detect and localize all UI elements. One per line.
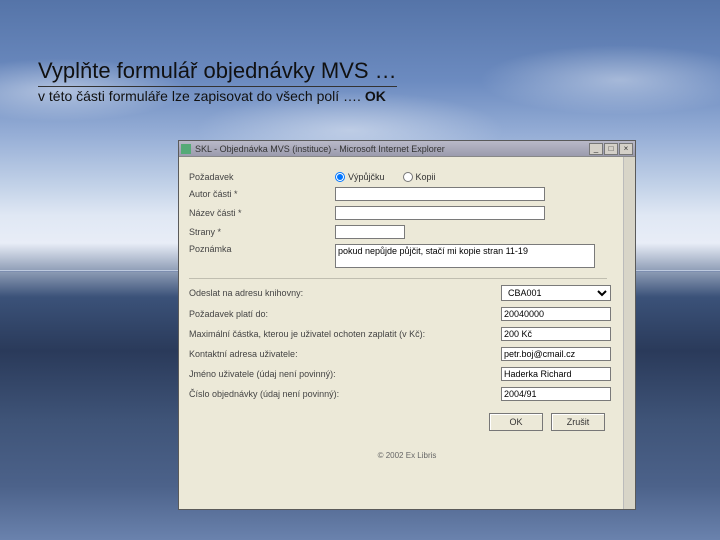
input-nazev-casti[interactable]	[335, 206, 545, 220]
radio-kopii-label: Kopii	[416, 172, 436, 182]
slide-subtitle: v této části formuláře lze zapisovat do …	[38, 88, 386, 104]
input-plati[interactable]	[501, 307, 611, 321]
label-poznamka: Poznámka	[183, 244, 335, 254]
label-kontakt: Kontaktní adresa uživatele:	[183, 349, 501, 359]
input-jmeno[interactable]	[501, 367, 611, 381]
radio-kopii-input[interactable]	[403, 172, 413, 182]
label-cislo: Číslo objednávky (údaj není povinný):	[183, 389, 501, 399]
maximize-button[interactable]: □	[604, 143, 618, 155]
label-autor-casti: Autor části	[183, 189, 335, 199]
radio-vypujcku-label: Výpůjčku	[348, 172, 385, 182]
app-icon	[181, 144, 191, 154]
close-button[interactable]: ×	[619, 143, 633, 155]
input-cislo[interactable]	[501, 387, 611, 401]
titlebar: SKL - Objednávka MVS (instituce) - Micro…	[179, 141, 635, 157]
minimize-button[interactable]: _	[589, 143, 603, 155]
separator	[189, 278, 607, 279]
footer-text: © 2002 Ex Libris	[183, 451, 631, 460]
input-strany[interactable]	[335, 225, 405, 239]
input-kontakt[interactable]	[501, 347, 611, 361]
radio-kopii[interactable]: Kopii	[403, 172, 436, 182]
label-pozadavek: Požadavek	[183, 172, 335, 182]
ok-button[interactable]: OK	[489, 413, 543, 431]
label-castka: Maximální částka, kterou je uživatel och…	[183, 329, 501, 339]
slide-sub-text: v této části formuláře lze zapisovat do …	[38, 88, 365, 104]
label-strany: Strany	[183, 227, 335, 237]
label-odeslat: Odeslat na adresu knihovny:	[183, 288, 501, 298]
cancel-button[interactable]: Zrušit	[551, 413, 605, 431]
radio-vypujcku-input[interactable]	[335, 172, 345, 182]
form-area: Požadavek Výpůjčku Kopii Autor části	[179, 157, 635, 509]
textarea-poznamka[interactable]: pokud nepůjde půjčit, stačí mi kopie str…	[335, 244, 595, 268]
slide-title: Vyplňte formulář objednávky MVS …	[38, 58, 397, 87]
slide-sub-bold: OK	[365, 88, 386, 104]
window-title: SKL - Objednávka MVS (instituce) - Micro…	[195, 144, 589, 154]
scrollbar[interactable]	[623, 157, 635, 509]
label-jmeno: Jméno uživatele (údaj není povinný):	[183, 369, 501, 379]
label-plati: Požadavek platí do:	[183, 309, 501, 319]
radio-vypujcku[interactable]: Výpůjčku	[335, 172, 385, 182]
browser-window: SKL - Objednávka MVS (instituce) - Micro…	[178, 140, 636, 510]
input-autor-casti[interactable]	[335, 187, 545, 201]
label-nazev-casti: Název části	[183, 208, 335, 218]
select-odeslat[interactable]: CBA001	[501, 285, 611, 301]
input-castka[interactable]	[501, 327, 611, 341]
